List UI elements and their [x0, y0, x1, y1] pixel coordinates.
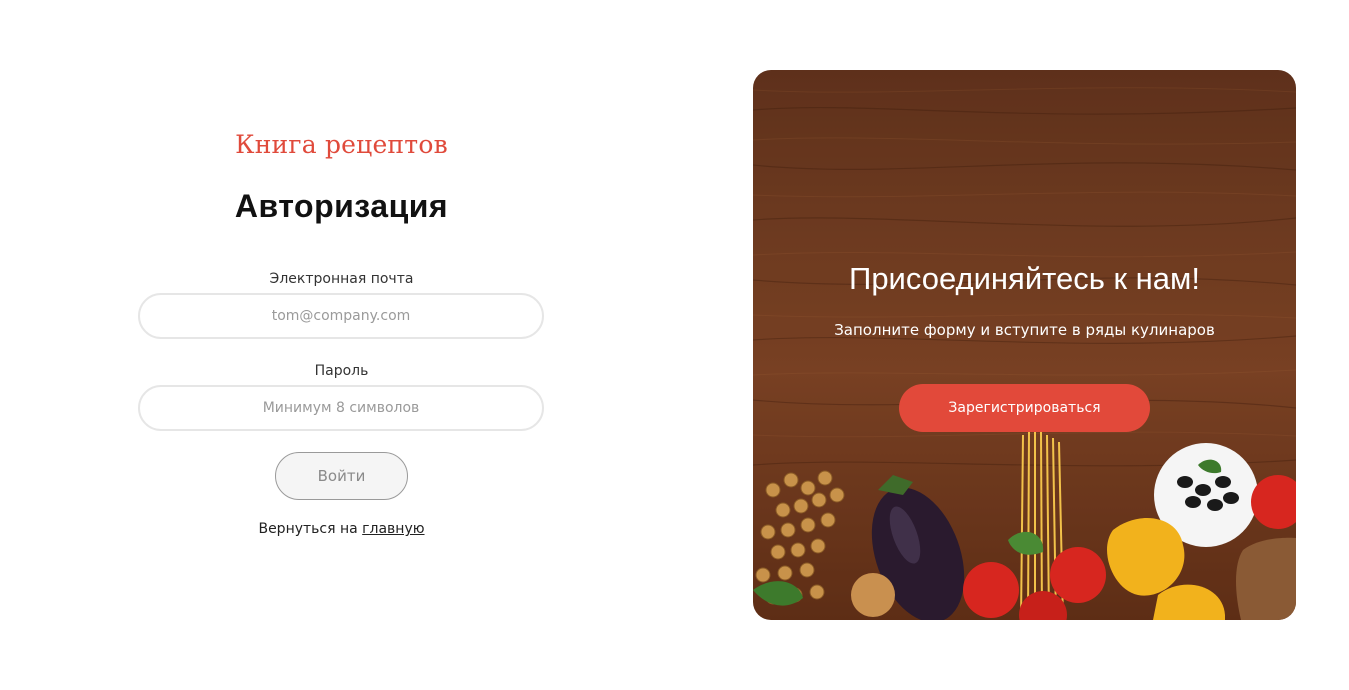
back-to-home: Вернуться на главную: [0, 521, 683, 537]
brand-title: Книга рецептов: [235, 130, 448, 159]
login-button[interactable]: Войти: [275, 452, 408, 500]
promo-title: Присоединяйтесь к нам!: [849, 261, 1200, 296]
page-title: Авторизация: [234, 188, 449, 224]
register-button[interactable]: Зарегистрироваться: [899, 384, 1150, 432]
promo-subtitle: Заполните форму и вступите в ряды кулина…: [834, 321, 1215, 339]
email-label: Электронная почта: [269, 271, 414, 287]
password-field[interactable]: [138, 385, 544, 431]
email-field[interactable]: [138, 293, 544, 339]
password-label: Пароль: [314, 363, 369, 379]
promo-panel: Присоединяйтесь к нам! Заполните форму и…: [753, 70, 1296, 620]
login-section: Книга рецептов Авторизация Электронная п…: [0, 0, 683, 690]
home-link[interactable]: главную: [362, 521, 424, 537]
wooden-table-with-vegetables-image: [753, 70, 1296, 620]
back-text: Вернуться на: [258, 521, 363, 537]
